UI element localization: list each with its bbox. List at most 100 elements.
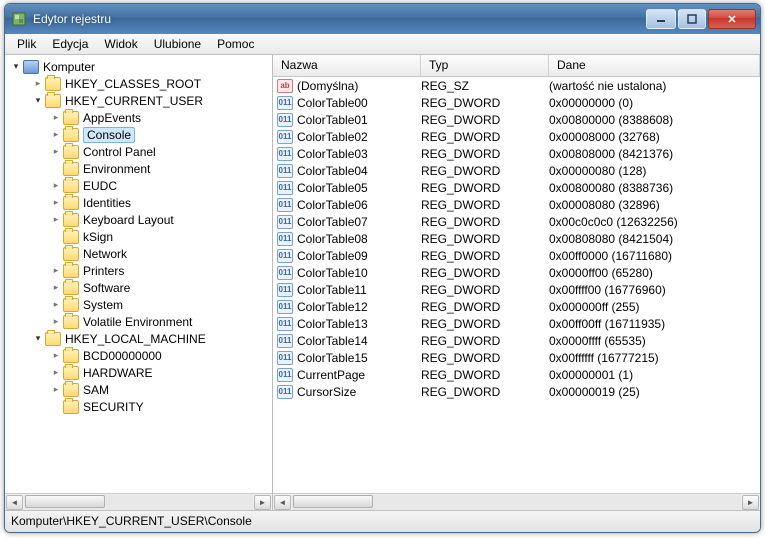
- list-row[interactable]: 011 ColorTable02 REG_DWORD 0x00008000 (3…: [273, 128, 760, 145]
- tree-item[interactable]: ▸ EUDC: [9, 177, 272, 194]
- list-row[interactable]: 011 ColorTable09 REG_DWORD 0x00ff0000 (1…: [273, 247, 760, 264]
- column-name[interactable]: Nazwa: [273, 55, 421, 76]
- list-row[interactable]: 011 ColorTable05 REG_DWORD 0x00800080 (8…: [273, 179, 760, 196]
- registry-tree[interactable]: ▾ Komputer▸ HKEY_CLASSES_ROOT▾ HKEY_CURR…: [5, 58, 272, 493]
- tree-item-label[interactable]: AppEvents: [83, 111, 141, 125]
- menu-plik[interactable]: Plik: [9, 35, 44, 53]
- list-row[interactable]: 011 CurrentPage REG_DWORD 0x00000001 (1): [273, 366, 760, 383]
- list-row[interactable]: 011 CursorSize REG_DWORD 0x00000019 (25): [273, 383, 760, 400]
- expander-icon[interactable]: ▸: [49, 350, 63, 361]
- tree-item[interactable]: Network: [9, 245, 272, 262]
- tree-item-label[interactable]: System: [83, 298, 123, 312]
- tree-item[interactable]: ▸ Printers: [9, 262, 272, 279]
- tree-item[interactable]: ▸ Control Panel: [9, 143, 272, 160]
- expander-icon[interactable]: ▸: [49, 146, 63, 157]
- expander-icon[interactable]: ▸: [49, 129, 63, 140]
- scroll-left-icon[interactable]: ◄: [274, 495, 291, 510]
- list-row[interactable]: 011 ColorTable11 REG_DWORD 0x00ffff00 (1…: [273, 281, 760, 298]
- list-row[interactable]: 011 ColorTable01 REG_DWORD 0x00800000 (8…: [273, 111, 760, 128]
- tree-item-label[interactable]: HKEY_CLASSES_ROOT: [65, 77, 201, 91]
- tree-item[interactable]: ▸ SAM: [9, 381, 272, 398]
- value-list[interactable]: ab (Domyślna) REG_SZ (wartość nie ustalo…: [273, 77, 760, 493]
- tree-item-label[interactable]: HKEY_CURRENT_USER: [65, 94, 203, 108]
- expander-icon[interactable]: ▸: [49, 299, 63, 310]
- list-row[interactable]: 011 ColorTable06 REG_DWORD 0x00008080 (3…: [273, 196, 760, 213]
- scroll-right-icon[interactable]: ►: [254, 495, 271, 510]
- list-row[interactable]: 011 ColorTable10 REG_DWORD 0x0000ff00 (6…: [273, 264, 760, 281]
- tree-item[interactable]: ▸ System: [9, 296, 272, 313]
- titlebar[interactable]: Edytor rejestru ✕: [5, 4, 760, 34]
- expander-icon[interactable]: ▾: [31, 95, 45, 106]
- list-row[interactable]: 011 ColorTable04 REG_DWORD 0x00000080 (1…: [273, 162, 760, 179]
- list-row[interactable]: 011 ColorTable14 REG_DWORD 0x0000ffff (6…: [273, 332, 760, 349]
- expander-icon[interactable]: ▸: [49, 265, 63, 276]
- maximize-button[interactable]: [678, 9, 706, 29]
- scroll-right-icon[interactable]: ►: [742, 495, 759, 510]
- tree-item-label[interactable]: Console: [83, 127, 135, 143]
- tree-item[interactable]: SECURITY: [9, 398, 272, 415]
- tree-item[interactable]: ▾ HKEY_LOCAL_MACHINE: [9, 330, 272, 347]
- scroll-thumb[interactable]: [293, 495, 373, 508]
- tree-item-label[interactable]: Environment: [83, 162, 150, 176]
- scroll-left-icon[interactable]: ◄: [6, 495, 23, 510]
- expander-icon[interactable]: ▾: [31, 333, 45, 344]
- tree-item[interactable]: ▸ Console: [9, 126, 272, 143]
- value-data: 0x00008000 (32768): [549, 130, 760, 144]
- tree-hscrollbar[interactable]: ◄ ►: [5, 493, 272, 510]
- menu-edycja[interactable]: Edycja: [44, 35, 96, 53]
- close-button[interactable]: ✕: [708, 9, 756, 29]
- tree-item-label[interactable]: SAM: [83, 383, 109, 397]
- tree-item-label[interactable]: Volatile Environment: [83, 315, 192, 329]
- tree-item-label[interactable]: BCD00000000: [83, 349, 162, 363]
- tree-item-label[interactable]: SECURITY: [83, 400, 144, 414]
- expander-icon[interactable]: ▸: [49, 112, 63, 123]
- expander-icon[interactable]: ▸: [49, 282, 63, 293]
- tree-item[interactable]: ▸ HKEY_CLASSES_ROOT: [9, 75, 272, 92]
- tree-item-label[interactable]: HKEY_LOCAL_MACHINE: [65, 332, 206, 346]
- expander-icon[interactable]: ▾: [9, 61, 23, 72]
- minimize-button[interactable]: [646, 9, 676, 29]
- expander-icon[interactable]: ▸: [49, 214, 63, 225]
- tree-item-label[interactable]: Network: [83, 247, 127, 261]
- tree-root-label[interactable]: Komputer: [43, 60, 95, 74]
- tree-item[interactable]: Environment: [9, 160, 272, 177]
- tree-item-label[interactable]: Identities: [83, 196, 131, 210]
- tree-item[interactable]: ▸ BCD00000000: [9, 347, 272, 364]
- list-row[interactable]: 011 ColorTable13 REG_DWORD 0x00ff00ff (1…: [273, 315, 760, 332]
- list-row[interactable]: 011 ColorTable12 REG_DWORD 0x000000ff (2…: [273, 298, 760, 315]
- tree-item[interactable]: ▸ HARDWARE: [9, 364, 272, 381]
- tree-item[interactable]: ▾ HKEY_CURRENT_USER: [9, 92, 272, 109]
- list-row[interactable]: ab (Domyślna) REG_SZ (wartość nie ustalo…: [273, 77, 760, 94]
- list-row[interactable]: 011 ColorTable07 REG_DWORD 0x00c0c0c0 (1…: [273, 213, 760, 230]
- list-row[interactable]: 011 ColorTable03 REG_DWORD 0x00808000 (8…: [273, 145, 760, 162]
- expander-icon[interactable]: ▸: [49, 316, 63, 327]
- list-row[interactable]: 011 ColorTable15 REG_DWORD 0x00ffffff (1…: [273, 349, 760, 366]
- tree-item-label[interactable]: EUDC: [83, 179, 117, 193]
- column-data[interactable]: Dane: [549, 55, 760, 76]
- list-row[interactable]: 011 ColorTable00 REG_DWORD 0x00000000 (0…: [273, 94, 760, 111]
- scroll-thumb[interactable]: [25, 495, 105, 508]
- list-hscrollbar[interactable]: ◄ ►: [273, 493, 760, 510]
- tree-item[interactable]: ▸ Keyboard Layout: [9, 211, 272, 228]
- tree-item-label[interactable]: Printers: [83, 264, 124, 278]
- column-type[interactable]: Typ: [421, 55, 549, 76]
- menu-ulubione[interactable]: Ulubione: [146, 35, 209, 53]
- menu-widok[interactable]: Widok: [96, 35, 145, 53]
- list-row[interactable]: 011 ColorTable08 REG_DWORD 0x00808080 (8…: [273, 230, 760, 247]
- expander-icon[interactable]: ▸: [49, 197, 63, 208]
- tree-item-label[interactable]: Keyboard Layout: [83, 213, 174, 227]
- tree-item[interactable]: ▸ AppEvents: [9, 109, 272, 126]
- tree-item-label[interactable]: HARDWARE: [83, 366, 153, 380]
- expander-icon[interactable]: ▸: [49, 384, 63, 395]
- expander-icon[interactable]: ▸: [31, 78, 45, 89]
- menu-pomoc[interactable]: Pomoc: [209, 35, 262, 53]
- expander-icon[interactable]: ▸: [49, 367, 63, 378]
- tree-item-label[interactable]: Software: [83, 281, 130, 295]
- tree-item[interactable]: ▸ Software: [9, 279, 272, 296]
- tree-item[interactable]: ▸ Identities: [9, 194, 272, 211]
- expander-icon[interactable]: ▸: [49, 180, 63, 191]
- tree-item[interactable]: kSign: [9, 228, 272, 245]
- tree-item-label[interactable]: kSign: [83, 230, 113, 244]
- tree-item-label[interactable]: Control Panel: [83, 145, 156, 159]
- tree-item[interactable]: ▸ Volatile Environment: [9, 313, 272, 330]
